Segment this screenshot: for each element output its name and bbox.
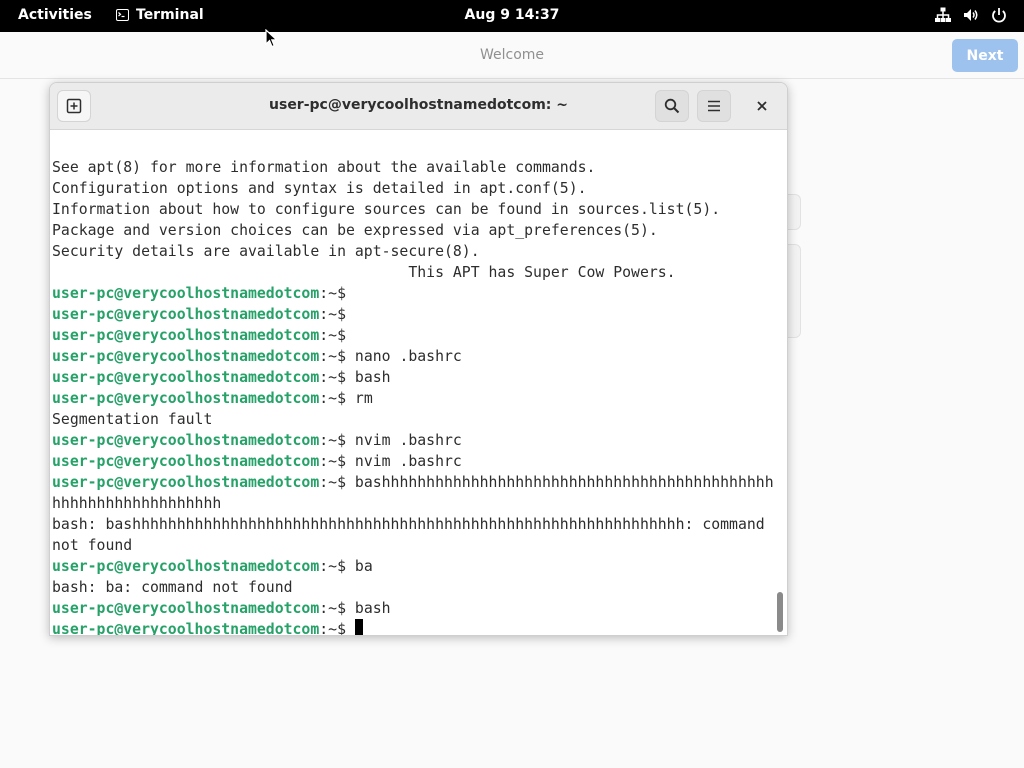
top-bar: Activities Terminal Aug 9 14:37 [0,0,1024,32]
new-tab-button[interactable] [57,90,91,122]
terminal-output-line: This APT has Super Cow Powers. [52,264,676,281]
prompt-suffix: :~$ [319,390,355,407]
main-menu-button[interactable] [697,90,731,122]
prompt-suffix: :~$ [319,621,355,635]
prompt-suffix: :~$ [319,558,355,575]
terminal-prompt-line: user-pc@verycoolhostnamedotcom:~$ [52,283,773,304]
terminal-output-line: Segmentation fault [52,411,213,428]
command-text: ba [354,558,373,575]
prompt-user-host: user-pc@verycoolhostnamedotcom [52,474,320,491]
terminal-prompt-line: user-pc@verycoolhostnamedotcom:~$ rm [52,388,773,409]
terminal-prompt-line: user-pc@verycoolhostnamedotcom:~$ bash [52,367,773,388]
terminal-window[interactable]: user-pc@verycoolhostnamedotcom: ~ See ap… [49,82,788,636]
volume-icon [964,9,978,21]
terminal-output-line: hhhhhhhhhhhhhhhhhhh [52,495,222,512]
terminal-prompt-line: user-pc@verycoolhostnamedotcom:~$ [52,619,773,635]
prompt-user-host: user-pc@verycoolhostnamedotcom [52,390,320,407]
command-text: rm [354,390,373,407]
terminal-prompt-line: user-pc@verycoolhostnamedotcom:~$ [52,325,773,346]
welcome-header: Welcome Next [0,32,1024,79]
prompt-suffix: :~$ [319,453,355,470]
terminal-prompt-line: user-pc@verycoolhostnamedotcom:~$ [52,304,773,325]
prompt-user-host: user-pc@verycoolhostnamedotcom [52,369,320,386]
app-menu-terminal[interactable]: Terminal [116,7,204,23]
terminal-output-line: Configuration options and syntax is deta… [52,180,587,197]
close-window-button[interactable] [746,90,778,122]
terminal-output-line: not found [52,537,133,554]
terminal-title: user-pc@verycoolhostnamedotcom: ~ [269,97,568,113]
power-icon [992,8,1006,23]
close-icon [757,101,767,111]
prompt-user-host: user-pc@verycoolhostnamedotcom [52,621,320,635]
command-text: nano .bashrc [354,348,462,365]
command-text: bash [354,369,391,386]
terminal-prompt-line: user-pc@verycoolhostnamedotcom:~$ nvim .… [52,451,773,472]
hamburger-menu-icon [708,100,720,112]
prompt-user-host: user-pc@verycoolhostnamedotcom [52,348,320,365]
prompt-suffix: :~$ [319,369,355,386]
background-panel [786,194,801,230]
prompt-suffix: :~$ [319,600,355,617]
welcome-title: Welcome [479,47,545,63]
terminal-prompt-line: user-pc@verycoolhostnamedotcom:~$ nvim .… [52,430,773,451]
prompt-user-host: user-pc@verycoolhostnamedotcom [52,432,320,449]
prompt-user-host: user-pc@verycoolhostnamedotcom [52,285,320,302]
terminal-icon [116,9,129,21]
network-icon [935,7,951,22]
system-menu[interactable] [934,6,1008,24]
command-text: nvim .bashrc [354,432,462,449]
terminal-text: See apt(8) for more information about th… [52,157,773,635]
command-text: bashhhhhhhhhhhhhhhhhhhhhhhhhhhhhhhhhhhhh… [354,474,773,491]
terminal-output-line: See apt(8) for more information about th… [52,159,596,176]
terminal-headerbar[interactable]: user-pc@verycoolhostnamedotcom: ~ [50,83,787,130]
prompt-suffix: :~$ [319,432,355,449]
command-text: nvim .bashrc [354,453,462,470]
prompt-user-host: user-pc@verycoolhostnamedotcom [52,453,320,470]
terminal-output-line: Information about how to configure sourc… [52,201,721,218]
new-tab-icon [66,98,82,114]
clock[interactable]: Aug 9 14:37 [465,7,560,23]
terminal-output[interactable]: See apt(8) for more information about th… [50,130,773,635]
command-text: bash [354,600,391,617]
terminal-output-line: Security details are available in apt-se… [52,243,480,260]
terminal-prompt-line: user-pc@verycoolhostnamedotcom:~$ ba [52,556,773,577]
search-icon [664,98,680,114]
prompt-user-host: user-pc@verycoolhostnamedotcom [52,327,320,344]
terminal-output-line: Package and version choices can be expre… [52,222,658,239]
terminal-prompt-line: user-pc@verycoolhostnamedotcom:~$ nano .… [52,346,773,367]
prompt-user-host: user-pc@verycoolhostnamedotcom [52,600,320,617]
prompt-user-host: user-pc@verycoolhostnamedotcom [52,306,320,323]
terminal-scrollbar[interactable] [773,130,787,635]
app-menu-label: Terminal [136,7,204,23]
prompt-user-host: user-pc@verycoolhostnamedotcom [52,558,320,575]
prompt-suffix: :~$ [319,306,355,323]
next-button[interactable]: Next [952,39,1018,72]
mouse-pointer-icon [265,29,279,48]
scrollbar-thumb[interactable] [777,592,783,632]
terminal-output-line: bash: ba: command not found [52,579,293,596]
prompt-suffix: :~$ [319,285,355,302]
prompt-suffix: :~$ [319,474,355,491]
terminal-cursor [354,619,363,635]
terminal-prompt-line: user-pc@verycoolhostnamedotcom:~$ bashhh… [52,472,773,493]
activities-button[interactable]: Activities [18,7,92,23]
prompt-suffix: :~$ [319,348,355,365]
background-panel [786,244,801,338]
terminal-prompt-line: user-pc@verycoolhostnamedotcom:~$ bash [52,598,773,619]
prompt-suffix: :~$ [319,327,355,344]
terminal-output-line: bash: bashhhhhhhhhhhhhhhhhhhhhhhhhhhhhhh… [52,516,765,533]
search-button[interactable] [655,90,689,122]
